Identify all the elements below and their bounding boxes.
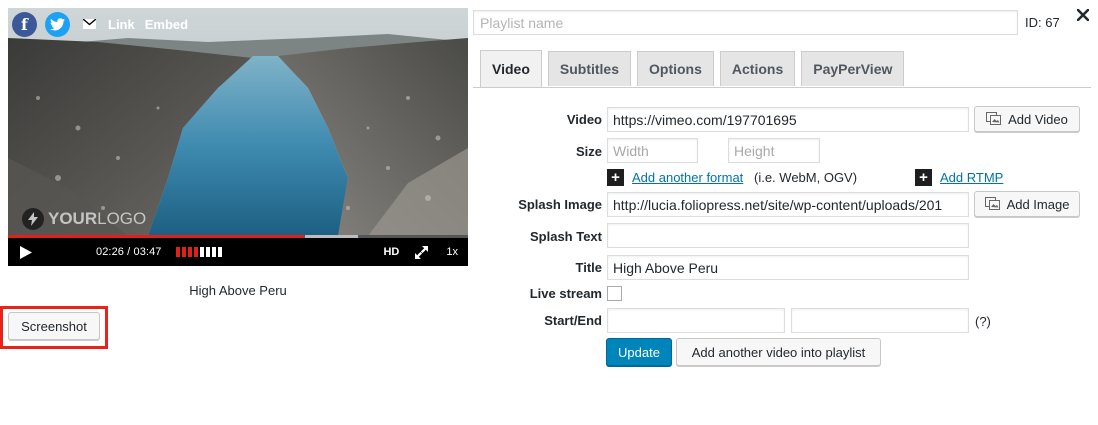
size-label: Size (575, 144, 602, 159)
add-video-button[interactable]: Add Video (974, 106, 1080, 132)
end-time-input[interactable] (791, 308, 969, 333)
volume-bar[interactable] (199, 247, 204, 257)
tab-video[interactable]: Video (480, 50, 542, 87)
update-button[interactable]: Update (606, 338, 672, 366)
time-display: 02:26 / 03:47 (96, 246, 162, 258)
facebook-icon[interactable]: f (12, 11, 37, 37)
quality-toggle[interactable]: HD (383, 246, 399, 258)
lightning-icon (22, 208, 44, 230)
splash-text-label: Splash Text (529, 229, 602, 244)
height-input[interactable]: Height (728, 138, 820, 163)
add-format-link[interactable]: Add another format (632, 170, 743, 185)
volume-bar[interactable] (187, 247, 192, 257)
add-video-label: Add Video (1008, 111, 1068, 127)
tab-payperview[interactable]: PayPerView (801, 51, 905, 86)
player-logo: YOURLOGO (22, 208, 146, 230)
volume-bar[interactable] (193, 247, 198, 257)
volume-bar[interactable] (175, 247, 180, 257)
splash-text-input[interactable] (607, 223, 969, 248)
media-icon (986, 112, 1002, 125)
player-controls: 02:26 / 03:47 HD 1x (8, 238, 468, 266)
volume-bar[interactable] (181, 247, 186, 257)
add-image-label: Add Image (1006, 196, 1070, 212)
add-rtmp-plus-icon[interactable]: + (915, 169, 932, 186)
title-label: Title (575, 260, 603, 275)
playlist-id: ID: 67 (1025, 15, 1060, 30)
screenshot-button[interactable]: Screenshot (8, 312, 100, 340)
live-stream-checkbox[interactable] (607, 286, 622, 301)
video-frame (8, 8, 468, 236)
share-embed[interactable]: Embed (145, 17, 188, 32)
add-format-hint: (i.e. WebM, OGV) (754, 170, 858, 185)
splash-image-label: Splash Image (518, 197, 602, 212)
video-title-caption: High Above Peru (189, 283, 287, 298)
width-input[interactable]: Width (607, 138, 698, 163)
tab-actions[interactable]: Actions (719, 51, 796, 86)
logo-text-bold: YOUR (48, 209, 98, 228)
video-url-input[interactable]: https://vimeo.com/197701695 (607, 107, 969, 132)
add-image-button[interactable]: Add Image (974, 191, 1080, 217)
close-icon[interactable] (1073, 5, 1093, 25)
add-rtmp-link[interactable]: Add RTMP (940, 170, 1003, 185)
tab-divider (473, 87, 1091, 88)
video-label: Video (566, 112, 602, 127)
title-input[interactable]: High Above Peru (607, 255, 969, 280)
share-bar: f Link Embed (8, 8, 468, 40)
video-player[interactable]: f Link Embed YOURLOGO 02:26 / 03:47 HD 1… (8, 8, 468, 266)
volume-bar[interactable] (217, 247, 222, 257)
start-end-help[interactable]: (?) (975, 314, 991, 329)
add-another-video-button[interactable]: Add another video into playlist (676, 338, 881, 366)
logo-text: LOGO (97, 209, 147, 228)
splash-image-input[interactable]: http://lucia.foliopress.net/site/wp-cont… (607, 192, 969, 217)
playlist-name-input[interactable] (473, 10, 1018, 35)
play-icon[interactable] (20, 245, 34, 259)
twitter-icon[interactable] (45, 11, 70, 37)
live-stream-label: Live stream (529, 286, 602, 301)
start-end-label: Start/End (544, 313, 602, 328)
volume-bar[interactable] (211, 247, 216, 257)
tab-subtitles[interactable]: Subtitles (547, 51, 631, 86)
add-format-plus-icon[interactable]: + (607, 169, 624, 186)
editor-tabs: Video Subtitles Options Actions PayPerVi… (473, 50, 905, 87)
volume-bar[interactable] (205, 247, 210, 257)
tab-options[interactable]: Options (637, 51, 714, 86)
volume-bars[interactable] (175, 247, 222, 257)
start-time-input[interactable] (607, 308, 785, 333)
fullscreen-icon[interactable] (415, 245, 429, 259)
share-link[interactable]: Link (108, 17, 135, 32)
media-icon (984, 197, 1000, 210)
email-icon[interactable] (80, 14, 98, 34)
speed-toggle[interactable]: 1x (446, 246, 458, 258)
